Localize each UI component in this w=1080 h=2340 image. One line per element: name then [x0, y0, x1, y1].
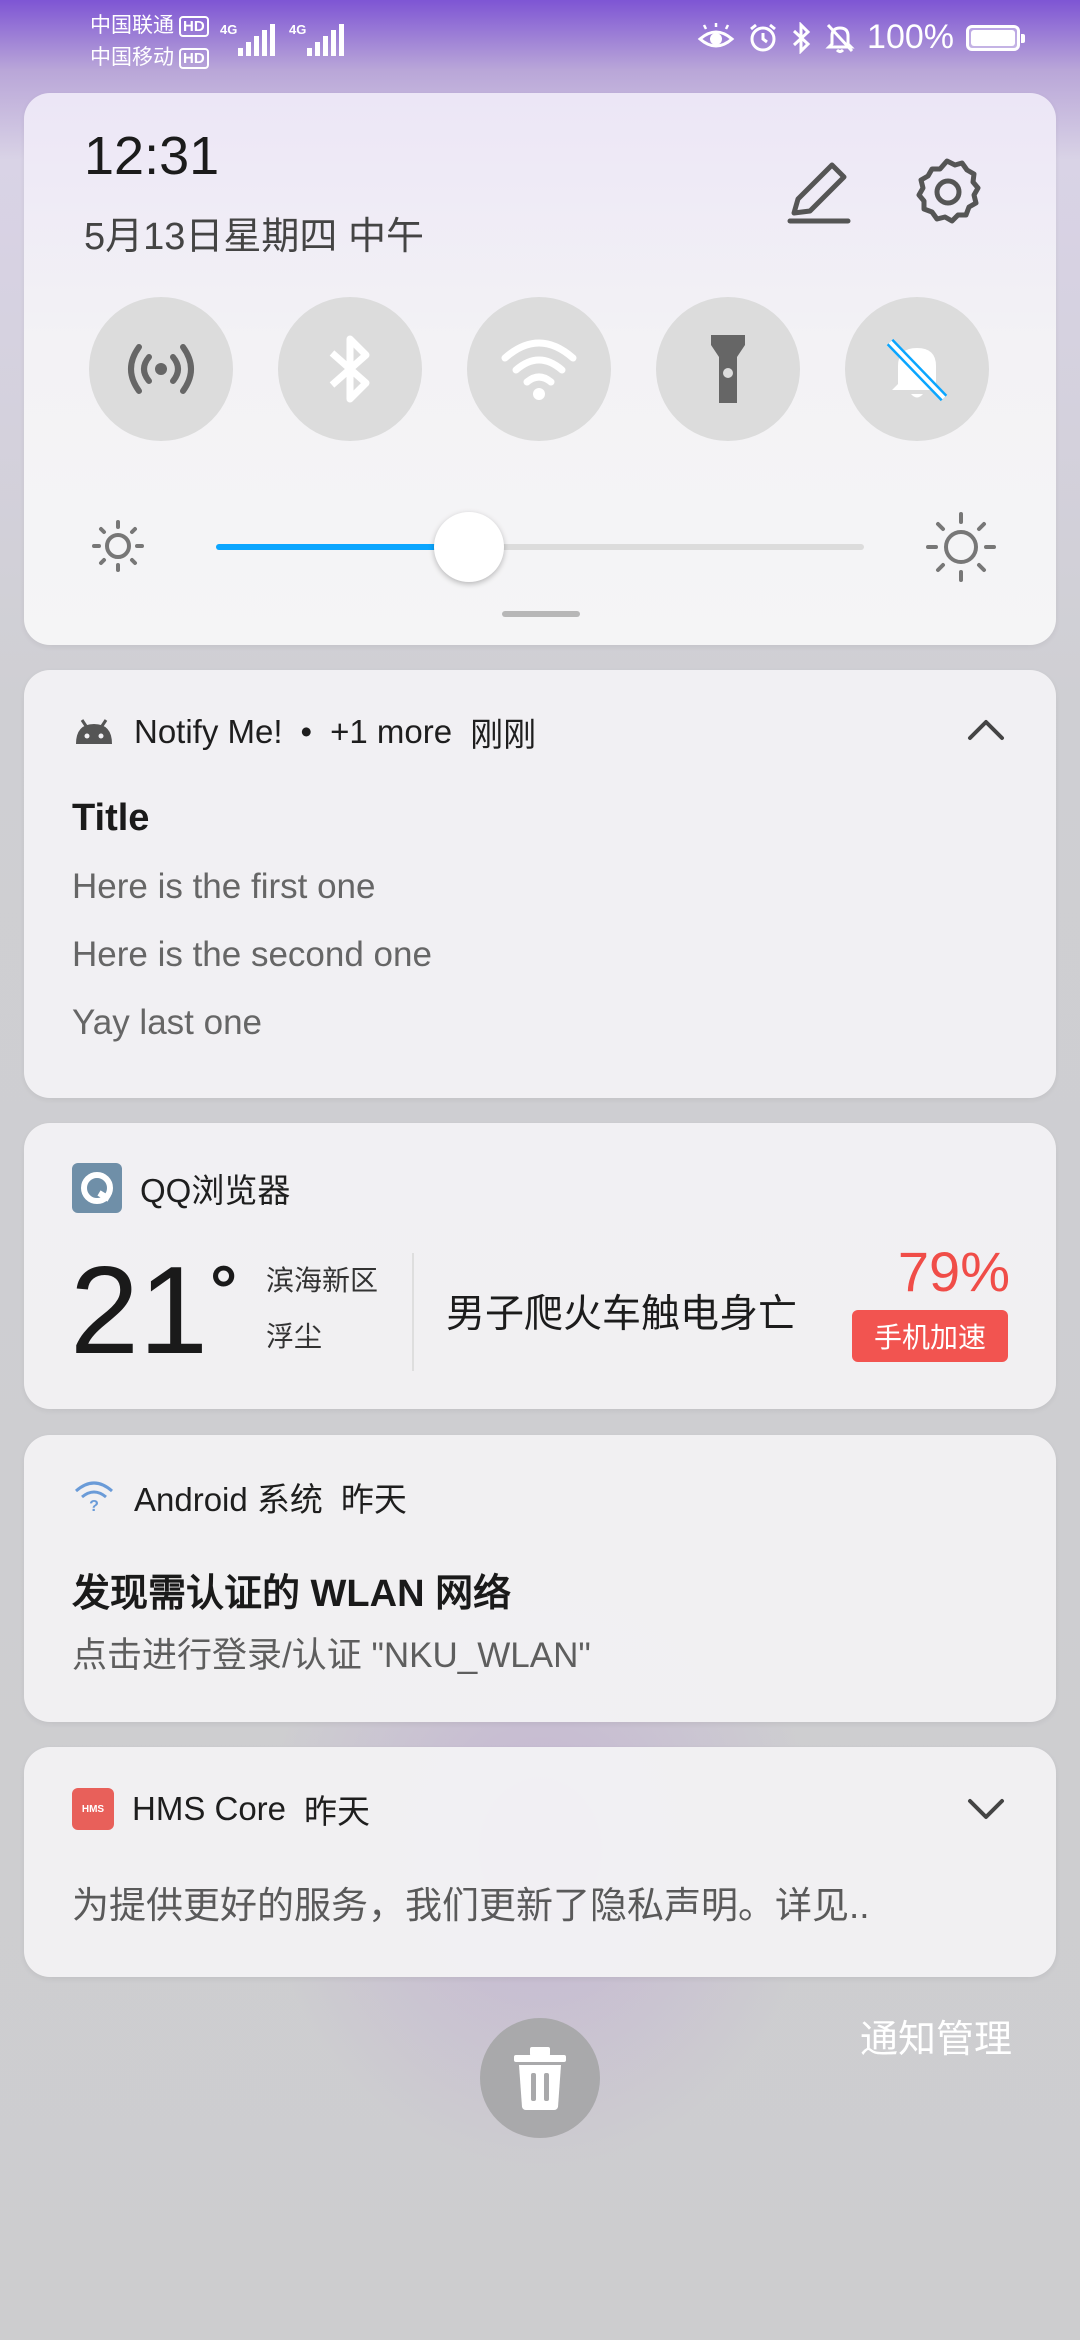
notification-notify-me[interactable]: Notify Me! • +1 more 刚刚 Title Here is th… [24, 670, 1056, 1098]
notification-line: Here is the second one [72, 935, 432, 974]
air-quality: 浮尘 [266, 1321, 323, 1352]
flashlight-icon [711, 335, 745, 403]
battery-fill [971, 29, 1015, 46]
android-icon [76, 719, 112, 744]
app-name: Notify Me! [134, 713, 283, 750]
signal-icon: 4G [289, 22, 344, 56]
signal-icon: 4G [220, 22, 275, 56]
notification-text: 为提供更好的服务，我们更新了隐私声明。详见.. [72, 1885, 870, 1926]
carrier1-label: 中国联通 [90, 14, 174, 37]
wifi-question-icon: ? [75, 1481, 113, 1515]
battery-percent: 100% [867, 18, 954, 56]
notification-header: ? Android 系统 昨天 [72, 1473, 407, 1521]
hotspot-icon [128, 344, 194, 394]
eye-icon [697, 22, 735, 47]
clock: 12:31 [84, 126, 220, 186]
temperature: 21 [70, 1242, 208, 1380]
notification-time: 昨天 [340, 1481, 407, 1518]
notification-time: 昨天 [304, 1793, 371, 1830]
status-icons: 100% [697, 18, 1025, 57]
drag-handle[interactable] [502, 611, 580, 617]
settings-gear-icon[interactable] [910, 155, 984, 229]
memory-percent: 79% [897, 1240, 1010, 1303]
svg-text:?: ? [89, 1498, 99, 1515]
brightness-slider-row [24, 488, 1056, 588]
toggle-wifi[interactable] [467, 297, 611, 441]
date: 5月13日星期四 中午 [84, 216, 424, 258]
notification-management-link[interactable]: 通知管理 [860, 2008, 1012, 2063]
hd-badge: HD [179, 15, 209, 37]
app-name: QQ浏览器 [140, 1172, 291, 1209]
carrier-info: 中国联通 HD 中国移动 HD [90, 10, 209, 74]
degree-symbol: ° [210, 1252, 238, 1328]
boost-button[interactable]: 手机加速 [852, 1310, 1008, 1362]
bluetooth-icon [793, 21, 811, 54]
notification-header: HMS HMS Core 昨天 [72, 1785, 370, 1833]
toggle-mute[interactable] [845, 297, 989, 441]
bell-off-icon [886, 338, 948, 402]
signal-indicators: 4G 4G [220, 22, 344, 56]
notification-title: Title [72, 797, 150, 839]
notification-time: 刚刚 [470, 716, 537, 753]
alarm-icon [750, 23, 776, 51]
trash-icon [514, 2047, 566, 2110]
chevron-up-icon[interactable] [964, 708, 1008, 752]
app-name: HMS Core [132, 1790, 287, 1827]
hd-badge: HD [179, 47, 209, 69]
separator-dot: • [300, 713, 313, 750]
notification-android-system[interactable]: ? Android 系统 昨天 发现需认证的 WLAN 网络 点击进行登录/认证… [24, 1435, 1056, 1722]
brightness-high-icon [926, 512, 996, 582]
wifi-icon [501, 339, 577, 400]
notification-line: Yay last one [72, 1003, 263, 1042]
notification-text: 点击进行登录/认证 "NKU_WLAN" [72, 1636, 591, 1675]
clear-all-button[interactable] [480, 2018, 600, 2138]
news-headline[interactable]: 男子爬火车触电身亡 [446, 1283, 797, 1339]
brightness-low-icon [92, 520, 144, 572]
notification-qq-browser[interactable]: QQ浏览器 21 ° 滨海新区 浮尘 男子爬火车触电身亡 79% 手机加速 [24, 1123, 1056, 1409]
notification-header: QQ浏览器 [72, 1163, 290, 1213]
bell-off-icon [825, 23, 855, 53]
more-count: +1 more [330, 713, 453, 750]
status-bar: 中国联通 HD 中国移动 HD 4G 4G 100% [0, 0, 1080, 80]
notification-header: Notify Me! • +1 more 刚刚 [72, 708, 536, 756]
notification-line: Here is the first one [72, 867, 376, 906]
hms-icon: HMS [72, 1788, 114, 1830]
brightness-slider[interactable] [216, 512, 864, 582]
notification-title: 发现需认证的 WLAN 网络 [72, 1573, 512, 1615]
brightness-thumb[interactable] [433, 512, 504, 582]
divider [412, 1253, 414, 1371]
toggle-hotspot[interactable] [89, 297, 233, 441]
location: 滨海新区 [266, 1265, 379, 1296]
toggle-bluetooth[interactable] [278, 297, 422, 441]
qq-browser-icon [72, 1163, 122, 1213]
battery-icon [966, 24, 1025, 51]
quick-settings-panel: 12:31 5月13日星期四 中午 [24, 93, 1056, 645]
brightness-fill [216, 544, 469, 550]
carrier2-label: 中国移动 [90, 46, 174, 69]
notification-hms-core[interactable]: HMS HMS Core 昨天 为提供更好的服务，我们更新了隐私声明。详见.. [24, 1747, 1056, 1977]
bluetooth-icon [329, 335, 370, 403]
chevron-down-icon[interactable] [964, 1787, 1008, 1831]
edit-icon[interactable] [782, 155, 856, 229]
toggle-flashlight[interactable] [656, 297, 800, 441]
app-name: Android 系统 [134, 1481, 323, 1518]
